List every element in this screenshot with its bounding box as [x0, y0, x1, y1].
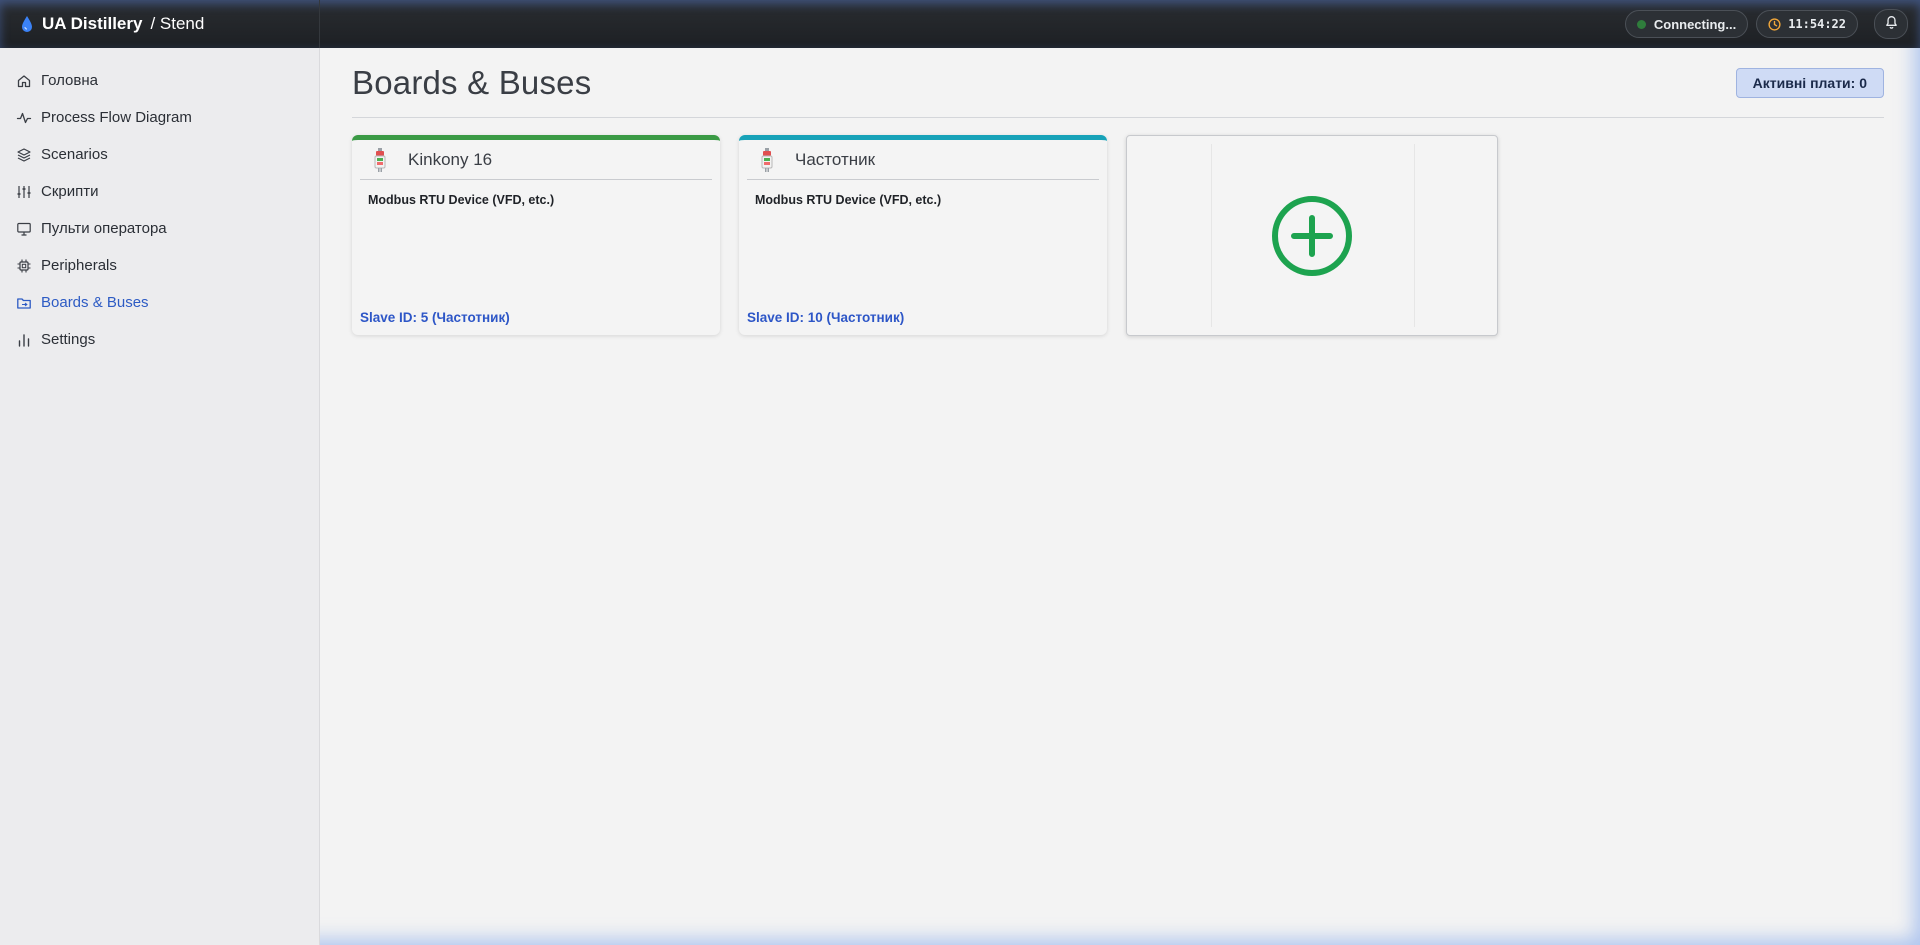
- folder-icon: [16, 295, 32, 311]
- board-type: Modbus RTU Device (VFD, etc.): [755, 193, 942, 207]
- sidebar-item-label: Boards & Buses: [41, 294, 149, 311]
- bell-icon: [1884, 14, 1899, 35]
- app-window: UA Distillery / Stend Connecting... 11:5…: [0, 0, 1920, 945]
- top-bar: UA Distillery / Stend Connecting... 11:5…: [0, 0, 1920, 48]
- sidebar-item-scenarios[interactable]: Scenarios: [0, 136, 319, 173]
- sidebar-item-boards-buses[interactable]: Boards & Buses: [0, 284, 319, 321]
- sidebar-item-label: Пульти оператора: [41, 220, 167, 237]
- page-header: Boards & Buses Активні плати: 0: [352, 48, 1884, 118]
- sidebar-item-label: Peripherals: [41, 257, 117, 274]
- sidebar-item-scripts[interactable]: Скрипти: [0, 173, 319, 210]
- sliders-icon: [16, 184, 32, 200]
- add-board-button[interactable]: [1126, 135, 1498, 336]
- main-content: Boards & Buses Активні плати: 0 Kinkony …: [352, 48, 1884, 945]
- board-name: Частотник: [795, 149, 876, 169]
- board-card[interactable]: Kinkony 16 Modbus RTU Device (VFD, etc.)…: [352, 135, 720, 335]
- home-icon: [16, 73, 32, 89]
- board-icon: [759, 147, 775, 173]
- brand[interactable]: UA Distillery / Stend: [0, 0, 320, 48]
- notifications-button[interactable]: [1874, 9, 1908, 39]
- context-name: / Stend: [150, 14, 205, 33]
- board-slave-id: Slave ID: 10 (Частотник): [747, 310, 905, 325]
- plus-circle-icon: [1270, 194, 1354, 278]
- board-card[interactable]: Частотник Modbus RTU Device (VFD, etc.) …: [739, 135, 1107, 335]
- status-dot-icon: [1636, 19, 1646, 29]
- active-boards-badge: Активні плати: 0: [1735, 67, 1884, 98]
- connection-status-text: Connecting...: [1653, 16, 1737, 32]
- clock-pill[interactable]: 11:54:22: [1756, 10, 1858, 38]
- sidebar-item-label: Scenarios: [41, 146, 108, 163]
- sidebar-item-label: Settings: [41, 331, 96, 348]
- page-title: Boards & Buses: [352, 63, 592, 101]
- sidebar: Головна Process Flow Diagram Scenarios С…: [0, 48, 320, 945]
- bar-chart-icon: [16, 332, 32, 348]
- sidebar-item-label: Головна: [41, 72, 98, 89]
- droplet-icon: [20, 15, 34, 33]
- board-slave-id: Slave ID: 5 (Частотник): [360, 310, 510, 325]
- board-card-header: Частотник: [747, 140, 1099, 180]
- sidebar-item-peripherals[interactable]: Peripherals: [0, 247, 319, 284]
- monitor-icon: [16, 221, 32, 237]
- chip-icon: [16, 258, 32, 274]
- top-right-controls: Connecting... 11:54:22: [1617, 9, 1920, 39]
- connection-status-pill[interactable]: Connecting...: [1624, 10, 1749, 38]
- activity-icon: [16, 110, 32, 126]
- sidebar-item-label: Process Flow Diagram: [41, 109, 192, 126]
- boards-grid: Kinkony 16 Modbus RTU Device (VFD, etc.)…: [352, 135, 1884, 336]
- board-name: Kinkony 16: [408, 149, 493, 169]
- sidebar-item-process-flow[interactable]: Process Flow Diagram: [0, 99, 319, 136]
- layers-icon: [16, 147, 32, 163]
- clock-icon: [1768, 17, 1781, 31]
- board-icon: [372, 147, 388, 173]
- board-type: Modbus RTU Device (VFD, etc.): [368, 193, 555, 207]
- sidebar-item-operator-panels[interactable]: Пульти оператора: [0, 210, 319, 247]
- sidebar-item-label: Скрипти: [41, 183, 99, 200]
- sidebar-item-settings[interactable]: Settings: [0, 321, 319, 358]
- board-card-header: Kinkony 16: [360, 140, 712, 180]
- sidebar-item-home[interactable]: Головна: [0, 62, 319, 99]
- app-name: UA Distillery: [42, 14, 143, 33]
- clock-time: 11:54:22: [1788, 17, 1846, 31]
